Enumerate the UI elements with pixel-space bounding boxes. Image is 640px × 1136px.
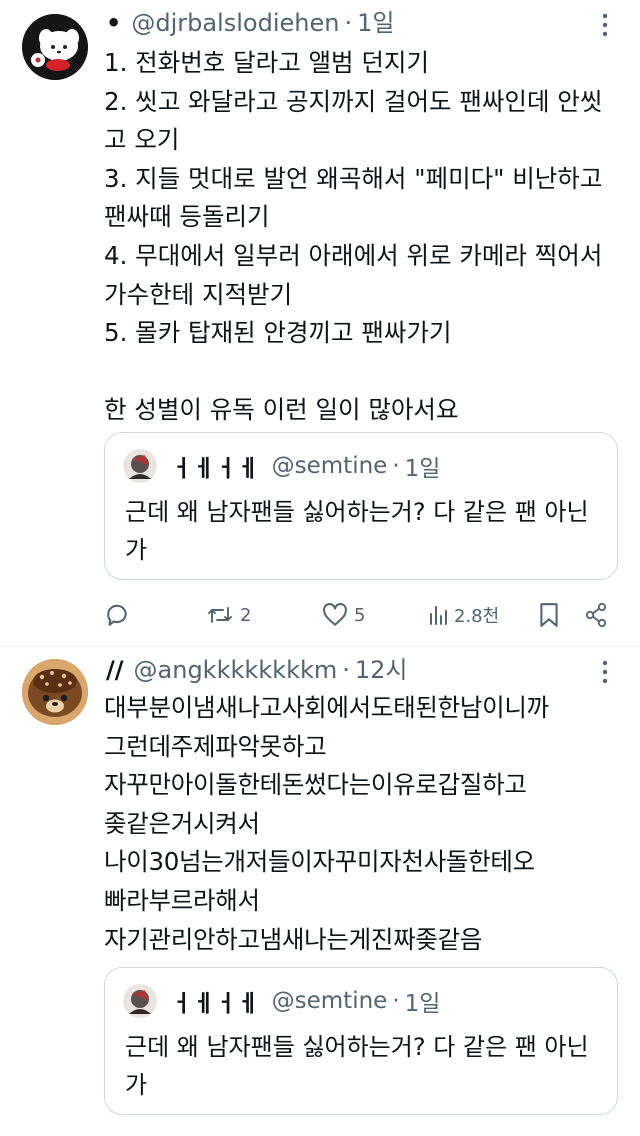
timestamp[interactable]: 1일: [357, 8, 394, 38]
retweet-icon: [206, 603, 234, 627]
tweet-header: // @angkkkkkkkkm · 12시: [106, 655, 408, 685]
bookmark-icon: [538, 602, 560, 628]
views-chart-icon: [428, 604, 448, 626]
quoted-tweet-header: ㅓㅔㅓㅔ @semtine · 1일: [171, 451, 441, 482]
share-button[interactable]: [584, 598, 608, 632]
avatar[interactable]: [123, 449, 157, 483]
action-bar: 2 5 2.8천: [104, 598, 614, 632]
separator-dot: ·: [392, 988, 400, 1014]
like-count: 5: [354, 604, 366, 626]
heart-icon: [322, 603, 348, 627]
view-count: 2.8천: [454, 606, 500, 627]
like-button[interactable]: 5: [322, 598, 365, 632]
separator-dot: ·: [344, 9, 353, 37]
more-vertical-icon[interactable]: [592, 659, 618, 685]
tweet-header: • @djrbalslodiehen · 1일: [106, 8, 394, 38]
tweet-text: 1. 전화번호 달라고 앨범 던지기 2. 씻고 와달라고 공지까지 걸어도 팬…: [104, 48, 603, 425]
avatar[interactable]: [123, 984, 157, 1018]
separator-dot: ·: [342, 656, 350, 684]
quoted-tweet-text: 근데 왜 남자팬들 싫어하는거? 다 같은 팬 아닌가: [125, 498, 589, 564]
tweet[interactable]: • @djrbalslodiehen · 1일 1. 전화번호 달라고 앨범 던…: [0, 0, 640, 646]
timestamp[interactable]: 12시: [355, 655, 408, 685]
timeline-feed: • @djrbalslodiehen · 1일 1. 전화번호 달라고 앨범 던…: [0, 0, 640, 1136]
quoted-tweet-header: ㅓㅔㅓㅔ @semtine · 1일: [171, 986, 441, 1017]
more-vertical-icon[interactable]: [592, 12, 618, 38]
retweet-button[interactable]: 2: [206, 598, 251, 632]
retweet-count: 2: [240, 604, 252, 626]
display-name[interactable]: //: [106, 655, 124, 685]
quoted-tweet[interactable]: ㅓㅔㅓㅔ @semtine · 1일 근데 왜 남자팬들 싫어하는거? 다 같은…: [104, 967, 618, 1115]
avatar[interactable]: [22, 659, 88, 725]
username: @semtine: [271, 453, 388, 479]
tweet-text: 대부분이냄새나고사회에서도태된한남이니까 그런데주제파악못하고 자꾸만아이돌한테…: [104, 693, 549, 954]
timestamp: 1일: [404, 456, 441, 482]
avatar[interactable]: [22, 14, 88, 80]
separator-dot: ·: [392, 453, 400, 479]
timestamp: 1일: [404, 991, 441, 1017]
reply-icon: [104, 602, 130, 628]
share-icon: [584, 602, 608, 628]
reply-button[interactable]: [104, 598, 136, 632]
display-name: ㅓㅔㅓㅔ: [171, 456, 260, 482]
username[interactable]: @angkkkkkkkkm: [134, 655, 338, 685]
display-name[interactable]: •: [106, 8, 121, 38]
quoted-tweet[interactable]: ㅓㅔㅓㅔ @semtine · 1일 근데 왜 남자팬들 싫어하는거? 다 같은…: [104, 432, 618, 580]
username: @semtine: [271, 988, 388, 1014]
display-name: ㅓㅔㅓㅔ: [171, 991, 260, 1017]
username[interactable]: @djrbalslodiehen: [131, 8, 339, 38]
quoted-tweet-text: 근데 왜 남자팬들 싫어하는거? 다 같은 팬 아닌가: [125, 1033, 589, 1099]
views-button[interactable]: 2.8천: [428, 598, 499, 632]
tweet[interactable]: // @angkkkkkkkkm · 12시 대부분이냄새나고사회에서도태된한남…: [0, 647, 640, 1136]
bookmark-button[interactable]: [538, 598, 560, 632]
